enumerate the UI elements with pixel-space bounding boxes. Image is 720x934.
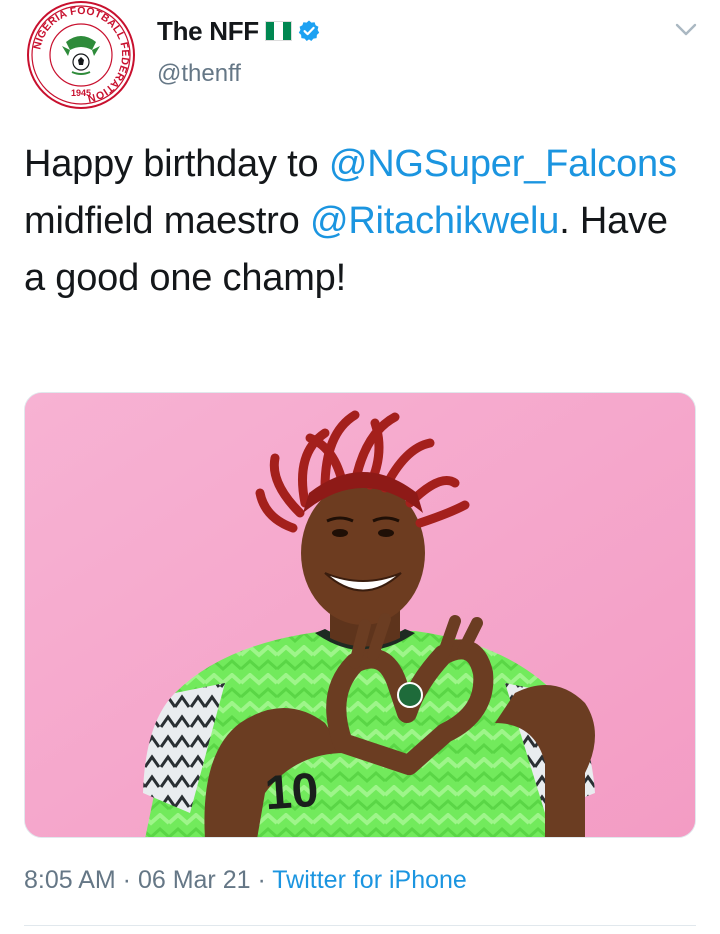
- meta-separator: ·: [115, 866, 138, 894]
- tweet-text-part: Happy birthday to: [24, 143, 329, 185]
- avatar[interactable]: NIGERIA FOOTBALL FEDERATION 1945: [26, 0, 136, 110]
- jersey-number: 10: [263, 764, 320, 821]
- author-block: The NFF @thenff: [157, 12, 321, 88]
- verified-badge-icon: [298, 20, 320, 41]
- chevron-down-icon[interactable]: [675, 22, 697, 38]
- divider: [24, 925, 696, 926]
- mention-link[interactable]: @Ritachikwelu: [310, 200, 559, 242]
- nigeria-flag-icon: [264, 21, 292, 41]
- display-name[interactable]: The NFF: [157, 16, 259, 47]
- tweet-text: Happy birthday to @NGSuper_Falcons midfi…: [24, 136, 699, 307]
- tweet-photo[interactable]: 10: [24, 392, 696, 838]
- handle[interactable]: @thenff: [157, 60, 321, 88]
- name-row: The NFF: [157, 12, 321, 50]
- meta-separator: ·: [250, 866, 273, 894]
- tweet: NIGERIA FOOTBALL FEDERATION 1945 The NFF…: [0, 0, 720, 934]
- tweet-meta: 8:05 AM · 06 Mar 21 · Twitter for iPhone: [24, 866, 467, 895]
- logo-year: 1945: [71, 88, 91, 98]
- tweet-time: 8:05 AM: [24, 866, 116, 894]
- tweet-source-link[interactable]: Twitter for iPhone: [272, 866, 467, 894]
- tweet-text-part: midfield maestro: [24, 200, 310, 242]
- mention-link[interactable]: @NGSuper_Falcons: [329, 143, 677, 185]
- photo-illustration: 10: [25, 393, 695, 837]
- tweet-date: 06 Mar 21: [137, 866, 251, 894]
